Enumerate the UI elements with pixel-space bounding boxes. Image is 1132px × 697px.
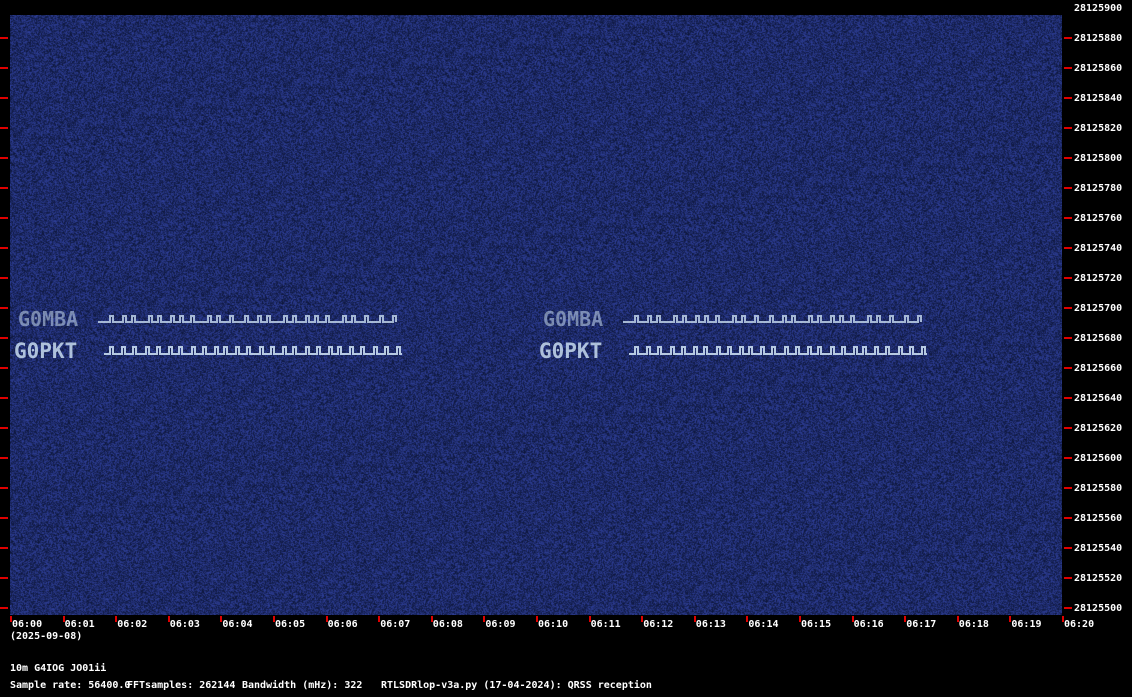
signal-traces: G0MBA G0PKT G0MBA G0PKT (14, 307, 927, 363)
frequency-label: 28125580 (1074, 483, 1123, 494)
time-label: 06:00 (12, 619, 43, 630)
frequency-tick-left (0, 217, 8, 219)
frequency-tick-left (0, 157, 8, 159)
time-label: 06:10 (538, 619, 569, 630)
frequency-tick-left (0, 607, 8, 609)
software-label: RTLSDRlop-v3a.py (17-04-2024): QRSS rece… (381, 680, 652, 691)
sample-rate-label: Sample rate: 56400.0 (10, 680, 131, 691)
frequency-tick (1064, 397, 1072, 399)
frequency-tick-left (0, 547, 8, 549)
time-label: 06:17 (906, 619, 937, 630)
time-label: 06:04 (222, 619, 253, 630)
frequency-tick (1064, 307, 1072, 309)
frequency-tick (1064, 517, 1072, 519)
frequency-tick-left (0, 427, 8, 429)
time-label: 06:07 (380, 619, 411, 630)
frequency-tick-left (0, 37, 8, 39)
frequency-tick (1064, 277, 1072, 279)
frequency-label: 28125660 (1074, 363, 1123, 374)
frequency-tick-left (0, 457, 8, 459)
time-label: 06:13 (695, 619, 726, 630)
time-label: 06:03 (169, 619, 200, 630)
frequency-label: 28125600 (1074, 453, 1123, 464)
frequency-label: 28125500 (1074, 603, 1123, 614)
frequency-tick (1064, 217, 1072, 219)
frequency-label: 28125900 (1074, 3, 1123, 14)
time-label: 06:11 (590, 619, 621, 630)
time-label: 06:02 (117, 619, 148, 630)
frequency-tick (1064, 67, 1072, 69)
frequency-tick-left (0, 367, 8, 369)
date-label: (2025-09-08) (10, 631, 83, 642)
frequency-label: 28125820 (1074, 123, 1123, 134)
frequency-tick-left (0, 127, 8, 129)
station-label: 10m G4IOG JO01ii (10, 663, 107, 674)
time-label: 06:06 (327, 619, 358, 630)
callsign-trace: G0MBA (18, 307, 78, 331)
frequency-label: 28125720 (1074, 273, 1123, 284)
frequency-label: 28125700 (1074, 303, 1123, 314)
bandwidth-label: Bandwidth (mHz): 322 (242, 680, 363, 691)
fft-samples-label: FFTsamples: 262144 (127, 680, 236, 691)
frequency-tick-left (0, 337, 8, 339)
frequency-tick (1064, 367, 1072, 369)
time-label: 06:01 (64, 619, 95, 630)
time-label: 06:08 (432, 619, 463, 630)
keying-trace (104, 346, 402, 355)
frequency-tick (1064, 337, 1072, 339)
frequency-tick-left (0, 67, 8, 69)
frequency-tick (1064, 427, 1072, 429)
callsign-trace: G0PKT (14, 339, 77, 363)
time-label: 06:05 (275, 619, 306, 630)
frequency-tick-left (0, 517, 8, 519)
frequency-tick (1064, 247, 1072, 249)
waterfall-plot: G0MBA G0PKT G0MBA G0PKT (10, 15, 1062, 615)
frequency-tick-left (0, 397, 8, 399)
frequency-tick (1064, 577, 1072, 579)
frequency-tick-left (0, 277, 8, 279)
frequency-label: 28125780 (1074, 183, 1123, 194)
time-label: 06:09 (485, 619, 516, 630)
frequency-tick-left (0, 487, 8, 489)
callsign-trace: G0PKT (539, 339, 602, 363)
time-label: 06:19 (1011, 619, 1042, 630)
frequency-label: 28125620 (1074, 423, 1123, 434)
callsign-trace: G0MBA (543, 307, 603, 331)
frequency-label: 28125560 (1074, 513, 1123, 524)
frequency-label: 28125740 (1074, 243, 1123, 254)
frequency-tick (1064, 127, 1072, 129)
frequency-label: 28125680 (1074, 333, 1123, 344)
frequency-tick-left (0, 307, 8, 309)
frequency-tick (1064, 157, 1072, 159)
frequency-label: 28125800 (1074, 153, 1123, 164)
frequency-label: 28125760 (1074, 213, 1123, 224)
frequency-tick (1064, 187, 1072, 189)
frequency-tick (1064, 487, 1072, 489)
frequency-label: 28125860 (1074, 63, 1123, 74)
time-label: 06:12 (643, 619, 674, 630)
frequency-tick (1064, 37, 1072, 39)
time-label: 06:16 (853, 619, 884, 630)
frequency-label: 28125840 (1074, 93, 1123, 104)
frequency-tick-left (0, 97, 8, 99)
frequency-tick-left (0, 187, 8, 189)
frequency-tick (1064, 97, 1072, 99)
time-label: 06:18 (958, 619, 989, 630)
frequency-tick-left (0, 577, 8, 579)
frequency-label: 28125520 (1074, 573, 1123, 584)
frequency-label: 28125640 (1074, 393, 1123, 404)
time-label: 06:14 (748, 619, 779, 630)
time-label: 06:15 (801, 619, 832, 630)
frequency-label: 28125540 (1074, 543, 1123, 554)
keying-trace (629, 346, 927, 355)
keying-trace (98, 315, 397, 323)
frequency-label: 28125880 (1074, 33, 1123, 44)
time-label: 06:20 (1064, 619, 1095, 630)
frequency-tick (1064, 547, 1072, 549)
keying-trace (623, 315, 922, 323)
frequency-tick (1064, 457, 1072, 459)
frequency-tick (1064, 607, 1072, 609)
frequency-tick-left (0, 247, 8, 249)
